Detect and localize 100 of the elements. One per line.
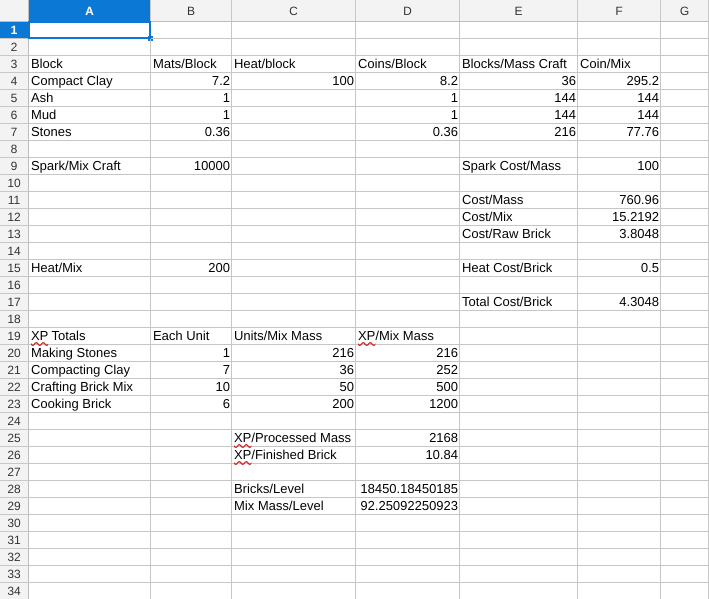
table-cell[interactable]: Heat/Mix [29, 260, 151, 277]
table-cell[interactable] [232, 243, 356, 260]
table-cell[interactable]: Coins/Block [356, 56, 460, 73]
column-header[interactable]: F [578, 0, 661, 22]
table-cell[interactable] [232, 90, 356, 107]
table-cell[interactable] [578, 141, 661, 158]
table-cell[interactable]: 1200 [356, 396, 460, 413]
column-header[interactable]: B [151, 0, 232, 22]
table-cell[interactable]: Stones [29, 124, 151, 141]
table-cell[interactable] [578, 277, 661, 294]
row-header[interactable]: 7 [0, 124, 29, 141]
table-cell[interactable]: 1 [356, 107, 460, 124]
table-cell[interactable] [151, 39, 232, 56]
table-cell[interactable] [29, 294, 151, 311]
table-cell[interactable]: Cost/Mix [460, 209, 578, 226]
table-cell[interactable] [232, 294, 356, 311]
table-cell[interactable] [661, 362, 709, 379]
table-cell[interactable] [29, 39, 151, 56]
table-cell[interactable] [29, 515, 151, 532]
table-cell[interactable] [356, 39, 460, 56]
table-cell[interactable] [232, 124, 356, 141]
row-header[interactable]: 28 [0, 481, 29, 498]
table-cell[interactable] [460, 481, 578, 498]
table-cell[interactable] [232, 413, 356, 430]
table-cell[interactable] [661, 566, 709, 583]
row-header[interactable]: 17 [0, 294, 29, 311]
table-cell[interactable]: Mats/Block [151, 56, 232, 73]
table-cell[interactable] [151, 311, 232, 328]
table-cell[interactable] [356, 311, 460, 328]
table-cell[interactable]: 200 [232, 396, 356, 413]
table-cell[interactable] [661, 277, 709, 294]
table-cell[interactable] [232, 226, 356, 243]
table-cell[interactable] [29, 243, 151, 260]
table-cell[interactable] [29, 141, 151, 158]
table-cell[interactable] [578, 566, 661, 583]
table-cell[interactable] [460, 141, 578, 158]
table-cell[interactable] [661, 294, 709, 311]
table-cell[interactable] [151, 277, 232, 294]
table-cell[interactable]: 10000 [151, 158, 232, 175]
table-cell[interactable] [460, 464, 578, 481]
table-cell[interactable] [578, 532, 661, 549]
row-header[interactable]: 16 [0, 277, 29, 294]
table-cell[interactable]: 100 [578, 158, 661, 175]
table-cell[interactable]: Making Stones [29, 345, 151, 362]
table-cell[interactable]: Block [29, 56, 151, 73]
table-cell[interactable] [578, 379, 661, 396]
row-header[interactable]: 25 [0, 430, 29, 447]
table-cell[interactable] [29, 430, 151, 447]
table-cell[interactable]: 100 [232, 73, 356, 90]
table-cell[interactable] [29, 277, 151, 294]
table-cell[interactable] [151, 243, 232, 260]
column-header[interactable]: C [232, 0, 356, 22]
table-cell[interactable]: XP/Processed Mass [232, 430, 356, 447]
table-cell[interactable] [661, 328, 709, 345]
row-header[interactable]: 13 [0, 226, 29, 243]
table-cell[interactable]: XP/Finished Brick [232, 447, 356, 464]
table-cell[interactable] [460, 345, 578, 362]
table-cell[interactable] [661, 192, 709, 209]
table-cell[interactable]: Mud [29, 107, 151, 124]
table-cell[interactable]: 144 [460, 107, 578, 124]
table-cell[interactable]: 216 [460, 124, 578, 141]
table-cell[interactable] [232, 107, 356, 124]
row-header[interactable]: 9 [0, 158, 29, 175]
table-cell[interactable] [151, 22, 232, 39]
table-cell[interactable] [661, 73, 709, 90]
table-cell[interactable] [151, 192, 232, 209]
table-cell[interactable]: XP Totals [29, 328, 151, 345]
table-cell[interactable] [661, 22, 709, 39]
table-cell[interactable] [661, 90, 709, 107]
table-cell[interactable] [460, 379, 578, 396]
table-cell[interactable] [661, 209, 709, 226]
table-cell[interactable] [232, 175, 356, 192]
table-cell[interactable] [578, 396, 661, 413]
table-cell[interactable] [460, 175, 578, 192]
table-cell[interactable] [661, 345, 709, 362]
table-cell[interactable] [232, 277, 356, 294]
table-cell[interactable] [151, 294, 232, 311]
table-cell[interactable] [460, 532, 578, 549]
table-cell[interactable]: Each Unit [151, 328, 232, 345]
table-cell[interactable]: 760.96 [578, 192, 661, 209]
table-cell[interactable] [661, 447, 709, 464]
row-header[interactable]: 30 [0, 515, 29, 532]
table-cell[interactable]: 36 [232, 362, 356, 379]
row-header[interactable]: 21 [0, 362, 29, 379]
table-cell[interactable] [661, 413, 709, 430]
table-cell[interactable] [356, 532, 460, 549]
table-cell[interactable] [151, 532, 232, 549]
column-header[interactable]: E [460, 0, 578, 22]
row-header[interactable]: 6 [0, 107, 29, 124]
table-cell[interactable] [578, 175, 661, 192]
table-cell[interactable] [29, 311, 151, 328]
table-cell[interactable]: 15.2192 [578, 209, 661, 226]
row-header[interactable]: 34 [0, 583, 29, 599]
table-cell[interactable] [661, 498, 709, 515]
table-cell[interactable] [578, 481, 661, 498]
table-cell[interactable]: Coin/Mix [578, 56, 661, 73]
table-cell[interactable]: 0.5 [578, 260, 661, 277]
table-cell[interactable] [356, 277, 460, 294]
table-cell[interactable] [29, 498, 151, 515]
table-cell[interactable]: 295.2 [578, 73, 661, 90]
